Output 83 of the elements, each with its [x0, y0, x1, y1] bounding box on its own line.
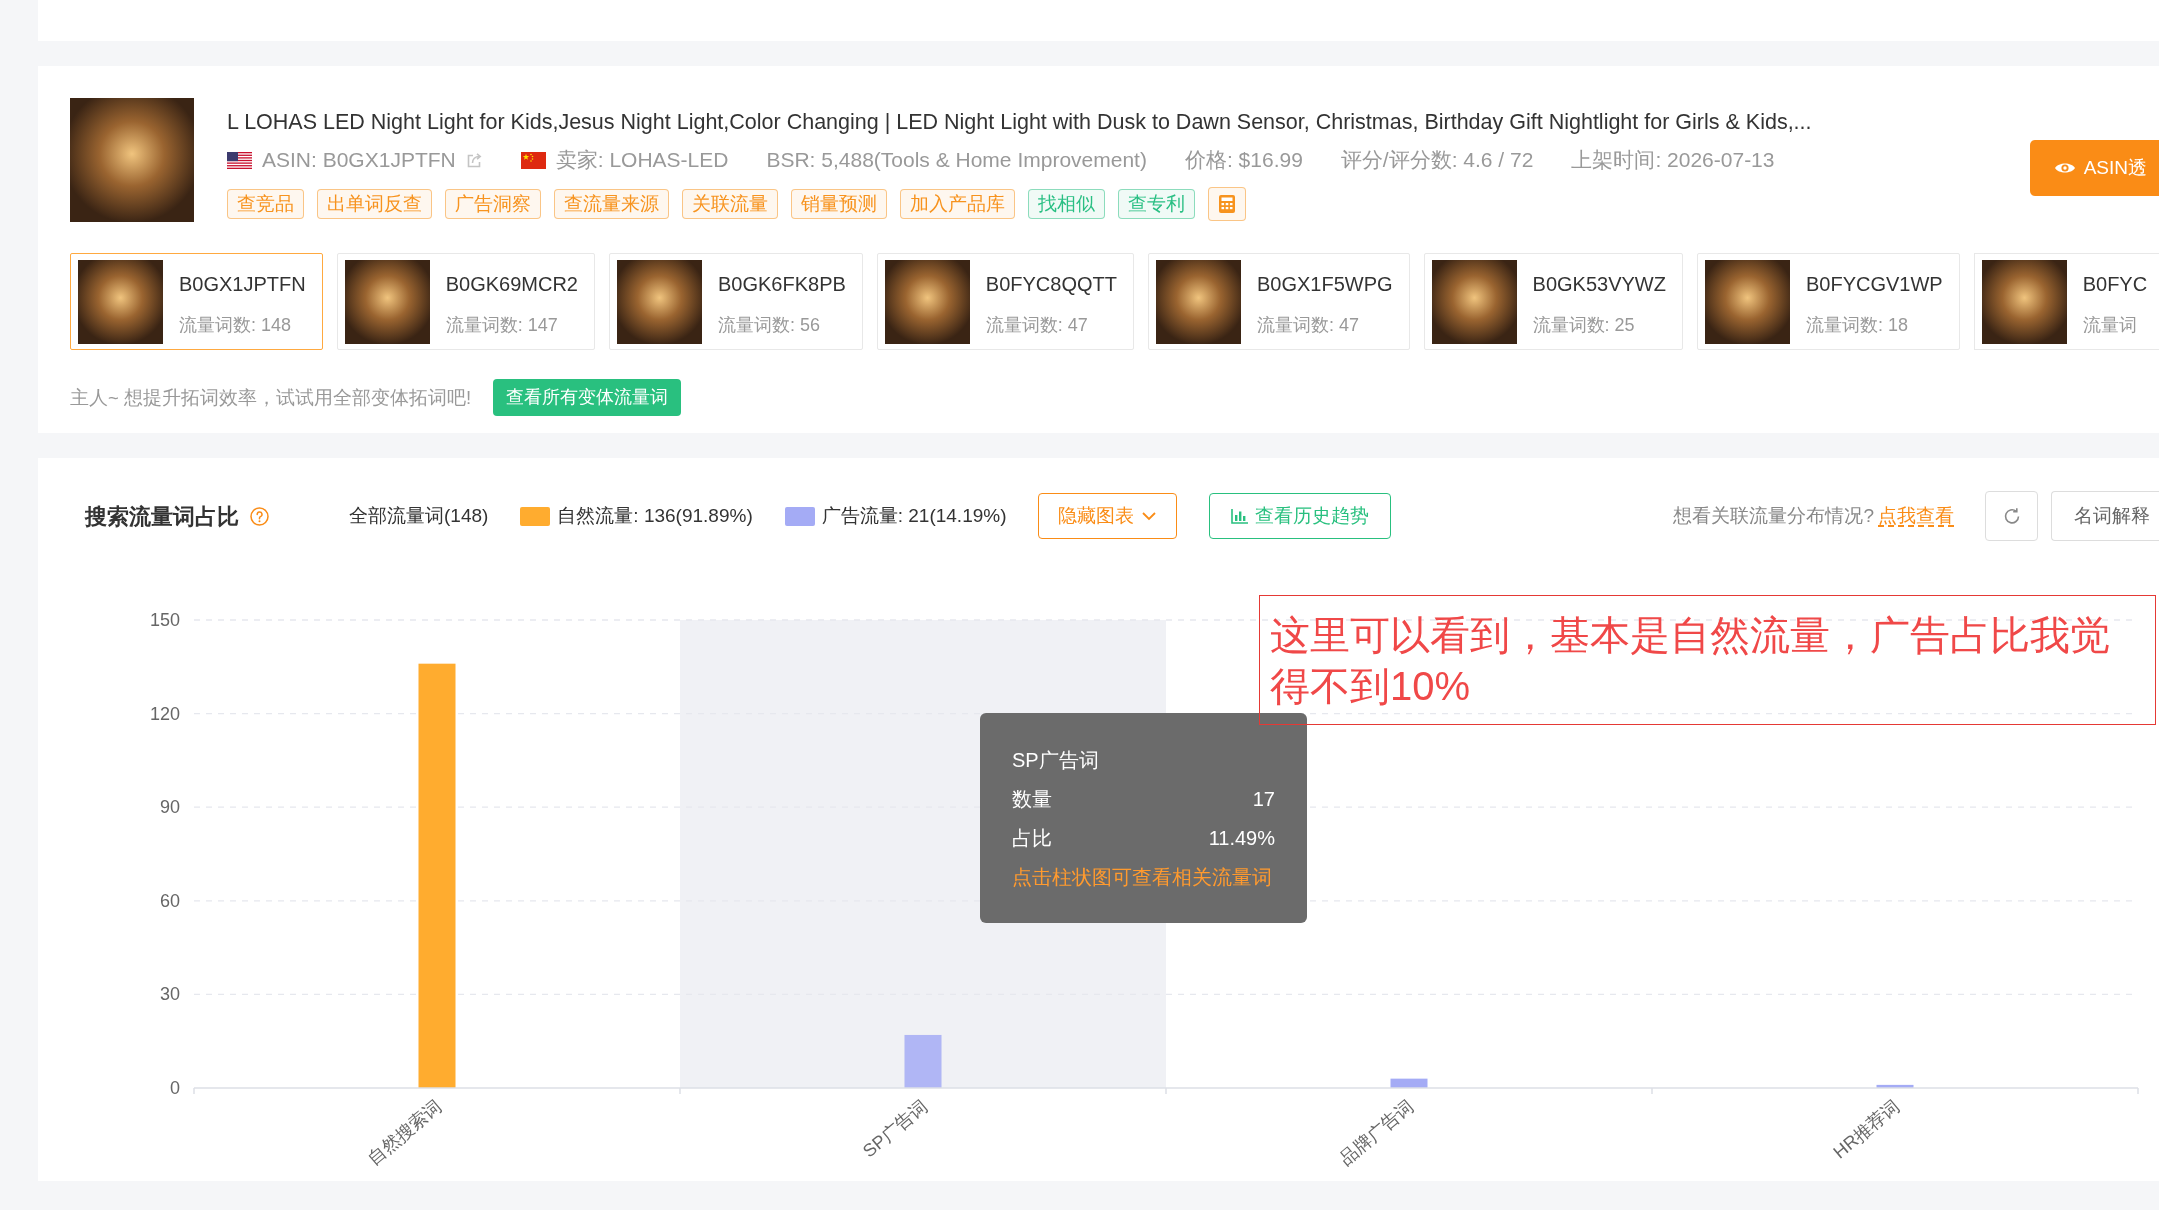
tooltip-hint: 点击柱状图可查看相关流量词	[1012, 865, 1273, 890]
calculator-icon	[1218, 194, 1236, 214]
share-icon[interactable]	[465, 151, 483, 169]
china-flag-icon	[520, 151, 546, 169]
refresh-button[interactable]	[1985, 491, 2038, 541]
tooltip-label: 数量	[1012, 787, 1052, 812]
variant-card[interactable]: B0FYC 流量词	[1973, 253, 2159, 350]
variant-count: 流量词	[2082, 313, 2138, 337]
bar-chart-icon	[1230, 508, 1249, 524]
product-title[interactable]: L LOHAS LED Night Light for Kids,Jesus Night Light,Color Changing | LED Night Light with Dusk to Dawn Sensor, Christmas, Birthday Gift Nightlight for Girls & Kids,...	[227, 108, 1812, 136]
variant-asin: B0FYCGV1WP	[1805, 271, 1943, 297]
glossary-button[interactable]: 名词解释	[2051, 491, 2159, 541]
variant-count: 流量词数: 47	[985, 313, 1089, 337]
legend-label: 广告流量: 21(14.19%)	[821, 503, 1007, 528]
variant-asin: B0FYC	[2082, 271, 2148, 297]
variant-count: 流量词数: 18	[1805, 313, 1909, 337]
section-title: 搜索流量词占比	[85, 502, 239, 531]
tool-tag[interactable]: 广告洞察	[445, 189, 541, 219]
asin-text: ASIN: B0GX1JPTFN	[262, 147, 456, 174]
tooltip-value: 11.49%	[1208, 826, 1275, 851]
x-axis-label: SP广告词	[858, 1095, 932, 1162]
hint-text: 主人~ 想提升拓词效率，试试用全部变体拓词吧!	[70, 385, 472, 410]
variant-card[interactable]: B0GX1F5WPG 流量词数: 47	[1147, 253, 1410, 350]
variant-asin: B0GX1JPTFN	[179, 271, 306, 297]
product-info-text: 上架时间: 2026-07-13	[1571, 147, 1775, 174]
tool-tag[interactable]: 出单词反查	[317, 189, 432, 219]
variant-count: 流量词数: 47	[1256, 313, 1360, 337]
variant-card[interactable]: B0GK69MCR2 流量词数: 147	[336, 253, 595, 350]
variant-count: 流量词数: 25	[1532, 313, 1636, 337]
legend-label: 自然流量: 136(91.89%)	[557, 503, 753, 528]
seller-text: 卖家: LOHAS-LED	[555, 147, 729, 174]
hide-chart-button[interactable]: 隐藏图表	[1037, 493, 1177, 539]
chart-bar[interactable]	[904, 1034, 942, 1088]
tooltip-value: 17	[1252, 787, 1275, 812]
tool-tag[interactable]: 销量预测	[791, 189, 887, 219]
tool-tag[interactable]: 查流量来源	[554, 189, 669, 219]
variant-card[interactable]: B0GK53VYWZ 流量词数: 25	[1423, 253, 1683, 350]
view-link[interactable]: 点我查看	[1878, 501, 1954, 531]
tool-tag[interactable]: 关联流量	[682, 189, 778, 219]
tooltip-title: SP广告词	[1012, 748, 1100, 773]
variant-card[interactable]: B0GX1JPTFN 流量词数: 148	[70, 253, 323, 350]
variant-asin: B0FYC8QQTT	[985, 271, 1117, 297]
x-axis-label: 自然搜索词	[363, 1095, 446, 1169]
y-axis-label: 150	[149, 610, 180, 630]
y-axis-label: 120	[149, 703, 180, 724]
x-axis-label: HR推荐词	[1829, 1095, 1904, 1163]
refresh-icon	[2002, 507, 2021, 525]
variant-asin: B0GK69MCR2	[445, 271, 578, 297]
us-flag-icon	[227, 151, 252, 169]
y-axis-label: 0	[170, 1078, 180, 1098]
annotation-note: 这里可以看到，基本是自然流量，广告占比我觉得不到10%	[1259, 595, 2156, 725]
variant-count: 流量词数: 56	[718, 313, 821, 337]
variant-asin: B0GX1F5WPG	[1256, 271, 1393, 297]
variant-card[interactable]: B0FYCGV1WP 流量词数: 18	[1696, 253, 1960, 350]
chart-bar[interactable]	[1876, 1084, 1914, 1088]
chart-bar[interactable]	[418, 663, 456, 1088]
history-trend-button[interactable]: 查看历史趋势	[1208, 493, 1391, 539]
variant-card[interactable]: B0GK6FK8PB 流量词数: 56	[609, 253, 863, 350]
y-axis-label: 60	[159, 890, 180, 911]
variant-asin: B0GK6FK8PB	[718, 271, 846, 297]
y-axis-label: 90	[159, 797, 180, 818]
question-text: 想看关联流量分布情况?	[1673, 503, 1874, 528]
product-info-text: 价格: $16.99	[1184, 147, 1303, 174]
tool-tag[interactable]: 查专利	[1118, 189, 1195, 219]
product-info-text: BSR: 5,488(Tools & Home Improvement)	[766, 147, 1147, 174]
all-variants-button[interactable]: 查看所有变体流量词	[493, 379, 682, 416]
calculator-button[interactable]	[1208, 187, 1246, 221]
chart-bar[interactable]	[1390, 1078, 1428, 1088]
total-count: 全部流量词(148)	[349, 503, 489, 528]
asin-insight-button[interactable]: ASIN透	[2029, 140, 2159, 196]
x-axis-label: 品牌广告词	[1335, 1095, 1418, 1169]
product-info-text: 评分/评分数: 4.6 / 72	[1340, 147, 1534, 174]
variant-card[interactable]: B0FYC8QQTT 流量词数: 47	[876, 253, 1134, 350]
tool-tag[interactable]: 查竞品	[227, 189, 304, 219]
y-axis-label: 30	[159, 984, 180, 1005]
tool-tag[interactable]: 找相似	[1028, 189, 1105, 219]
chevron-down-icon	[1142, 511, 1156, 521]
variant-count: 流量词数: 147	[445, 313, 559, 337]
help-icon[interactable]	[250, 506, 269, 526]
tool-tag[interactable]: 加入产品库	[900, 189, 1015, 219]
tooltip-label: 占比	[1012, 826, 1052, 851]
variant-asin: B0GK53VYWZ	[1532, 271, 1666, 297]
variant-count: 流量词数: 148	[179, 313, 293, 337]
